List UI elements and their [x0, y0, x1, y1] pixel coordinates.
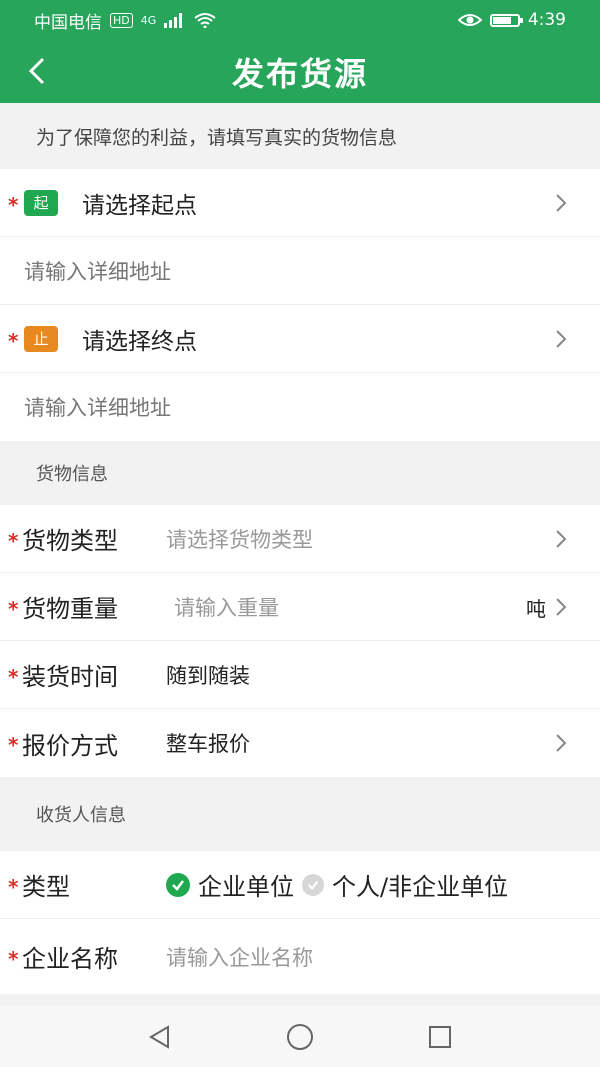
- required-mark: *: [8, 733, 19, 757]
- carrier-name: 中国电信: [34, 12, 102, 33]
- radio-individual[interactable]: 个人/非企业单位: [302, 867, 508, 902]
- cargo-type-select[interactable]: * 货物类型 请选择货物类型: [0, 505, 600, 573]
- end-point-label: 请选择终点: [82, 328, 197, 355]
- cargo-weight-label: 货物重量: [22, 595, 118, 623]
- system-nav-bar: [0, 1006, 600, 1067]
- page-title: 发布货源: [231, 54, 368, 93]
- route-card: * 起 请选择起点 请输入详细地址 * 止 请选择终点 请输入详细地址: [0, 169, 600, 441]
- cargo-weight-input[interactable]: 请输入重量: [166, 592, 572, 622]
- load-time-label: 装货时间: [22, 663, 118, 691]
- start-point-label: 请选择起点: [82, 192, 197, 219]
- pricing-method-value: 整车报价: [166, 732, 250, 756]
- nav-back-button[interactable]: [145, 1022, 175, 1052]
- start-badge: 起: [24, 189, 58, 216]
- chevron-right-icon: [556, 734, 567, 752]
- nav-recents-button[interactable]: [425, 1022, 455, 1052]
- company-name-label: 企业名称: [22, 945, 118, 973]
- cargo-section-title: 货物信息: [36, 464, 108, 485]
- radio-checked-icon: [166, 872, 190, 897]
- back-button[interactable]: [22, 56, 52, 86]
- company-name-input[interactable]: 请输入企业名称: [166, 942, 572, 972]
- cargo-card: * 货物类型 请选择货物类型 * 货物重量 请输入重量 吨 * 装货时间 随到随…: [0, 505, 600, 777]
- cargo-type-label: 货物类型: [22, 527, 118, 555]
- receiver-card: * 类型 企业单位 个人/非企业单位 * 企业名称 请输入企业名称: [0, 851, 600, 994]
- chevron-right-icon: [556, 330, 567, 348]
- weight-unit: 吨: [526, 597, 546, 621]
- cargo-weight-field[interactable]: * 货物重量 请输入重量 吨: [0, 573, 600, 641]
- radio-enterprise[interactable]: 企业单位: [166, 867, 294, 902]
- receiver-type-radio-group: 企业单位 个人/非企业单位: [166, 867, 572, 902]
- radio-individual-label: 个人/非企业单位: [332, 873, 509, 901]
- company-name-field[interactable]: * 企业名称 请输入企业名称: [0, 919, 600, 994]
- pricing-method-select[interactable]: * 报价方式 整车报价: [0, 709, 600, 777]
- battery-icon: [489, 13, 523, 27]
- receiver-type-label: 类型: [22, 873, 70, 901]
- notice-text: 为了保障您的利益，请填写真实的货物信息: [0, 103, 600, 169]
- required-mark: *: [8, 528, 19, 553]
- required-mark: *: [8, 874, 19, 899]
- required-mark: *: [8, 596, 19, 621]
- load-time-value: 随到随装: [166, 663, 250, 688]
- triangle-back-icon: [149, 1024, 169, 1049]
- required-mark: *: [8, 328, 19, 353]
- square-recents-icon: [429, 1025, 451, 1048]
- receiver-type-row: * 类型 企业单位 个人/非企业单位: [0, 851, 600, 919]
- chevron-left-icon: [28, 57, 45, 85]
- required-mark: *: [8, 664, 19, 689]
- receiver-section-title: 收货人信息: [36, 805, 126, 826]
- chevron-right-icon: [556, 530, 567, 548]
- end-point-select[interactable]: * 止 请选择终点: [0, 305, 600, 373]
- status-right: 4:39: [457, 10, 566, 30]
- clock: 4:39: [527, 10, 566, 30]
- network-type: 4G: [140, 13, 157, 27]
- end-address-input[interactable]: 请输入详细地址: [0, 373, 600, 441]
- circle-home-icon: [287, 1023, 313, 1050]
- cargo-type-placeholder: 请选择货物类型: [166, 527, 313, 552]
- eye-icon: [457, 14, 482, 26]
- radio-enterprise-label: 企业单位: [198, 873, 294, 901]
- required-mark: *: [8, 192, 19, 217]
- status-left: 中国电信 HD 4G: [34, 8, 216, 33]
- start-address-input[interactable]: 请输入详细地址: [0, 237, 600, 305]
- signal-icon: [164, 13, 183, 28]
- start-point-select[interactable]: * 起 请选择起点: [0, 169, 600, 237]
- chevron-right-icon: [556, 598, 567, 616]
- chevron-right-icon: [556, 194, 567, 212]
- pricing-method-label: 报价方式: [22, 731, 118, 760]
- wifi-icon: [194, 13, 216, 28]
- end-badge: 止: [24, 325, 58, 352]
- hd-badge: HD: [110, 12, 133, 28]
- status-bar: 中国电信 HD 4G 4:39: [0, 0, 600, 40]
- radio-unchecked-icon: [302, 873, 324, 896]
- title-bar: 发布货源: [0, 40, 600, 103]
- nav-home-button[interactable]: [285, 1022, 315, 1052]
- load-time-field[interactable]: * 装货时间 随到随装: [0, 641, 600, 709]
- required-mark: *: [8, 946, 19, 971]
